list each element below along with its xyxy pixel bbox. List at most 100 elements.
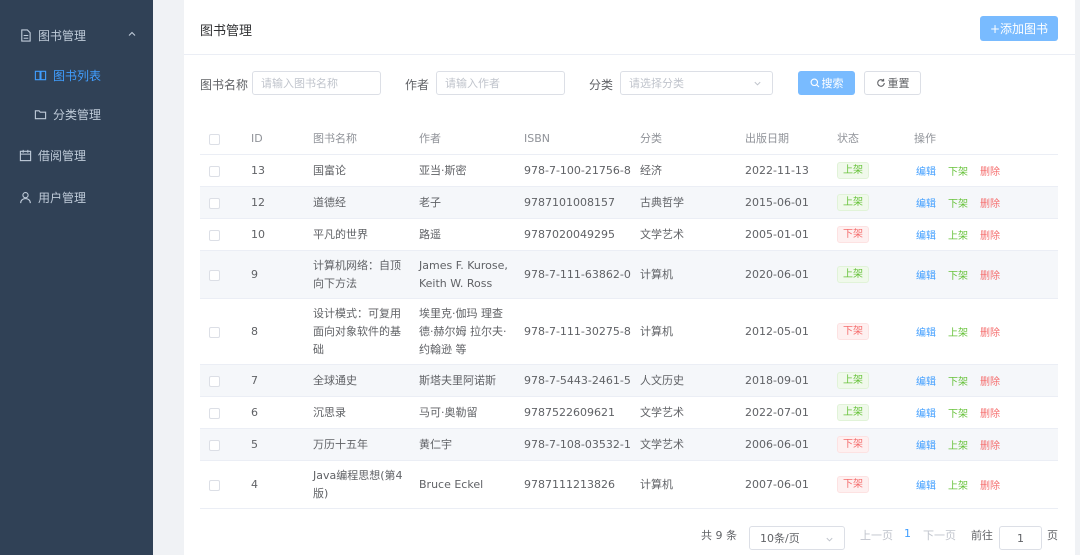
cell-name: Java编程思想(第4版) — [313, 469, 403, 500]
delete-button[interactable]: 删除 — [980, 195, 1000, 210]
search-button[interactable]: 搜索 — [798, 71, 855, 95]
sidebar: 图书管理 图书列表 分类管理 借阅管理 用户管理 — [0, 0, 153, 555]
toggle-status-button[interactable]: 上架 — [948, 324, 968, 339]
cell-isbn: 9787101008157 — [524, 196, 615, 209]
chevron-up-icon — [128, 31, 136, 36]
table-row: 4 Java编程思想(第4版) Bruce Eckel 9787111213826 计算… — [200, 461, 1058, 509]
cell-date: 2018-09-01 — [745, 374, 809, 387]
status-badge: 上架 — [837, 404, 869, 421]
cell-date: 2012-05-01 — [745, 325, 809, 338]
edit-button[interactable]: 编辑 — [916, 437, 936, 452]
table-row: 7 全球通史 斯塔夫里阿诺斯 978-7-5443-2461-5 人文历史 2018-09… — [200, 365, 1058, 397]
cell-date: 2022-07-01 — [745, 406, 809, 419]
delete-button[interactable]: 删除 — [980, 437, 1000, 452]
page-size-select[interactable]: 10条/页 — [749, 526, 845, 550]
folder-icon — [33, 107, 47, 121]
cell-isbn: 9787020049295 — [524, 228, 615, 241]
goto-prefix: 前往 — [971, 529, 993, 542]
column-header-status: 状态 — [837, 132, 859, 145]
cell-isbn: 978-7-108-03532-1 — [524, 438, 631, 451]
cell-id: 7 — [251, 374, 258, 387]
cell-date: 2020-06-01 — [745, 268, 809, 281]
delete-button[interactable]: 删除 — [980, 324, 1000, 339]
cell-isbn: 978-7-5443-2461-5 — [524, 374, 631, 387]
delete-button[interactable]: 删除 — [980, 267, 1000, 282]
sidebar-item-book-list[interactable]: 图书列表 — [0, 55, 153, 95]
prev-page-button[interactable]: 上一页 — [860, 527, 893, 543]
cell-category: 文学艺术 — [640, 438, 684, 451]
table-row: 13 国富论 亚当·斯密 978-7-100-21756-8 经济 2022-11-13 上… — [200, 155, 1058, 187]
delete-button[interactable]: 删除 — [980, 227, 1000, 242]
toggle-status-button[interactable]: 下架 — [948, 373, 968, 388]
add-book-button[interactable]: +添加图书 — [980, 16, 1058, 41]
book-icon — [33, 68, 47, 82]
user-icon — [18, 190, 32, 204]
select-all-checkbox[interactable] — [209, 134, 220, 145]
sidebar-item-label: 借阅管理 — [38, 148, 87, 163]
next-page-button[interactable]: 下一页 — [923, 527, 956, 543]
toggle-status-button[interactable]: 下架 — [948, 195, 968, 210]
row-checkbox[interactable] — [209, 197, 220, 209]
table-header-row: ID 图书名称 作者 ISBN 分类 出版日期 状态 操作 — [200, 123, 1058, 155]
sidebar-item-label: 图书列表 — [53, 68, 102, 83]
status-badge: 上架 — [837, 194, 869, 211]
cell-category: 计算机 — [640, 268, 673, 281]
delete-button[interactable]: 删除 — [980, 163, 1000, 178]
cell-name: 平凡的世界 — [313, 228, 368, 241]
edit-button[interactable]: 编辑 — [916, 405, 936, 420]
reset-button[interactable]: 重置 — [864, 71, 921, 95]
sidebar-item-user-management[interactable]: 用户管理 — [0, 177, 153, 217]
row-checkbox[interactable] — [209, 165, 220, 177]
edit-button[interactable]: 编辑 — [916, 227, 936, 242]
cell-category: 文学艺术 — [640, 406, 684, 419]
delete-button[interactable]: 删除 — [980, 477, 1000, 492]
row-checkbox[interactable] — [209, 229, 220, 241]
cell-author: Bruce Eckel — [419, 478, 484, 491]
row-checkbox[interactable] — [209, 269, 220, 281]
row-checkbox[interactable] — [209, 407, 220, 419]
sidebar-item-category-management[interactable]: 分类管理 — [0, 94, 153, 134]
toggle-status-button[interactable]: 上架 — [948, 227, 968, 242]
toggle-status-button[interactable]: 下架 — [948, 163, 968, 178]
cell-id: 4 — [251, 478, 258, 491]
cell-isbn: 978-7-111-63862-0 — [524, 268, 631, 281]
edit-button[interactable]: 编辑 — [916, 267, 936, 282]
search-icon — [810, 78, 819, 88]
cell-id: 9 — [251, 268, 258, 281]
author-input[interactable]: 请输入作者 — [436, 71, 565, 95]
cell-author: 亚当·斯密 — [419, 164, 467, 177]
sidebar-item-label: 图书管理 — [38, 28, 87, 43]
sidebar-item-book-management[interactable]: 图书管理 — [0, 15, 153, 55]
page-number-current[interactable]: 1 — [904, 527, 911, 540]
row-checkbox[interactable] — [209, 326, 220, 338]
sidebar-item-borrow-management[interactable]: 借阅管理 — [0, 135, 153, 175]
book-name-input[interactable]: 请输入图书名称 — [252, 71, 381, 95]
goto-page-input[interactable]: 1 — [999, 526, 1042, 550]
delete-button[interactable]: 删除 — [980, 405, 1000, 420]
toggle-status-button[interactable]: 下架 — [948, 267, 968, 282]
column-header-actions: 操作 — [914, 132, 936, 145]
cell-category: 计算机 — [640, 325, 673, 338]
goto-suffix: 页 — [1047, 529, 1058, 542]
toggle-status-button[interactable]: 上架 — [948, 437, 968, 452]
row-checkbox[interactable] — [209, 375, 220, 387]
edit-button[interactable]: 编辑 — [916, 163, 936, 178]
cell-category: 经济 — [640, 164, 662, 177]
cell-date: 2022-11-13 — [745, 164, 809, 177]
sidebar-item-label: 分类管理 — [53, 107, 102, 122]
toggle-status-button[interactable]: 上架 — [948, 477, 968, 492]
edit-button[interactable]: 编辑 — [916, 373, 936, 388]
edit-button[interactable]: 编辑 — [916, 477, 936, 492]
calendar-icon — [18, 148, 32, 162]
row-checkbox[interactable] — [209, 479, 220, 491]
column-header-name: 图书名称 — [313, 132, 357, 145]
edit-button[interactable]: 编辑 — [916, 324, 936, 339]
cell-id: 12 — [251, 196, 265, 209]
toggle-status-button[interactable]: 下架 — [948, 405, 968, 420]
cell-name: 计算机网络：自顶向下方法 — [313, 259, 401, 290]
sidebar-item-label: 用户管理 — [38, 190, 87, 205]
edit-button[interactable]: 编辑 — [916, 195, 936, 210]
row-checkbox[interactable] — [209, 439, 220, 451]
delete-button[interactable]: 删除 — [980, 373, 1000, 388]
category-select[interactable]: 请选择分类 — [620, 71, 773, 95]
